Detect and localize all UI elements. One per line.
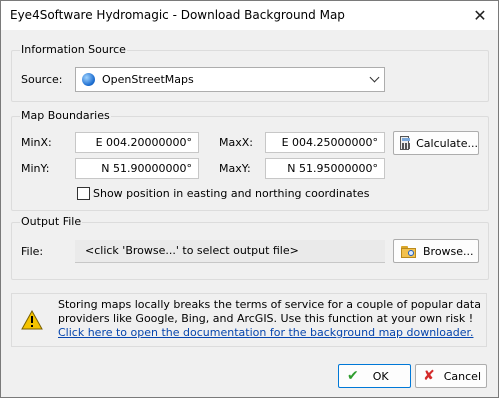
output-file-label: Output File: [20, 215, 83, 228]
terms-notice-box: Storing maps locally breaks the terms of…: [11, 293, 487, 347]
notice-line-2: providers like Google, Bing, and ArcGIS.…: [58, 312, 474, 325]
source-value: OpenStreetMaps: [102, 73, 194, 86]
miny-label: MinY:: [21, 162, 50, 175]
maxy-label: MaxY:: [219, 162, 251, 175]
maxx-label: MaxX:: [219, 136, 253, 149]
title-bar: Eye4Software Hydromagic - Download Backg…: [1, 1, 498, 30]
calculate-button[interactable]: Calculate...: [393, 131, 479, 155]
close-icon[interactable]: ✕: [462, 1, 498, 30]
chevron-down-icon: [369, 72, 380, 83]
file-label: File:: [21, 245, 44, 258]
minx-field[interactable]: E 004.20000000°: [75, 132, 199, 153]
browse-label: Browse...: [423, 244, 474, 258]
calculate-label: Calculate...: [416, 136, 478, 150]
source-dropdown[interactable]: OpenStreetMaps: [75, 67, 385, 92]
browse-button[interactable]: Browse...: [393, 239, 479, 263]
folder-search-icon: [401, 245, 417, 258]
cancel-label: Cancel: [443, 369, 481, 383]
maxy-field[interactable]: N 51.95000000°: [265, 158, 385, 179]
maxx-field[interactable]: E 004.25000000°: [265, 132, 385, 153]
ok-button[interactable]: ✔ OK: [338, 364, 411, 388]
information-source-label: Information Source: [20, 43, 127, 56]
easting-northing-checkbox[interactable]: [77, 187, 90, 200]
output-file-field[interactable]: <click 'Browse...' to select output file…: [75, 240, 385, 263]
notice-text: Storing maps locally breaks the terms of…: [58, 298, 483, 340]
calculator-icon: [400, 136, 410, 150]
checkmark-icon: ✔: [347, 368, 359, 384]
window-title: Eye4Software Hydromagic - Download Backg…: [10, 8, 345, 22]
documentation-link[interactable]: Click here to open the documentation for…: [58, 326, 483, 340]
miny-field[interactable]: N 51.90000000°: [75, 158, 199, 179]
easting-northing-label[interactable]: Show position in easting and northing co…: [93, 187, 369, 200]
notice-line-1: Storing maps locally breaks the terms of…: [58, 298, 481, 311]
download-background-map-dialog: Eye4Software Hydromagic - Download Backg…: [0, 0, 499, 398]
cancel-button[interactable]: ✘ Cancel: [415, 364, 487, 388]
warning-icon: [21, 310, 43, 330]
minx-label: MinX:: [21, 136, 52, 149]
cancel-x-icon: ✘: [423, 368, 435, 384]
ok-label: OK: [372, 369, 389, 383]
map-boundaries-label: Map Boundaries: [20, 109, 111, 122]
globe-icon: [82, 73, 95, 86]
source-label: Source:: [21, 73, 63, 86]
